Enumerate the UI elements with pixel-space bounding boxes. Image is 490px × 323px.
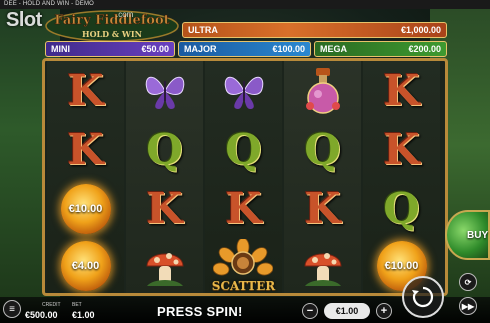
potion-icon [284, 62, 361, 120]
jackpot-major-amount: €100.00 [272, 44, 305, 54]
jackpot-ultra-label: ULTRA [188, 25, 218, 35]
letter-k-symbol: K [225, 184, 262, 233]
jackpot-mega-amount: €200.00 [408, 44, 441, 54]
jackpot-mini-amount: €50.00 [141, 44, 169, 54]
jackpot-major-label: MAJOR [184, 44, 217, 54]
credit-label: CREDIT [42, 302, 61, 308]
logo-title: Fairy Fiddlefoot [54, 13, 169, 28]
jackpot-mini-label: MINI [51, 44, 70, 54]
plus-icon: + [380, 305, 388, 317]
symbol-q: Q [205, 121, 282, 179]
symbol-q: Q [363, 180, 440, 238]
bet-display: €1.00 [324, 303, 370, 319]
watermark: Slot [6, 9, 42, 31]
letter-k-symbol: K [383, 125, 420, 174]
symbol-k: K [363, 121, 440, 179]
jackpot-mini: MINI €50.00 [45, 41, 175, 57]
symbol-k: K [47, 62, 124, 120]
letter-q-symbol: Q [304, 125, 341, 174]
symbol-k: K [284, 180, 361, 238]
letter-q-symbol: Q [225, 125, 262, 174]
minus-icon: − [306, 305, 314, 317]
letter-k-symbol: K [146, 184, 183, 233]
jackpot-ultra-amount: €1,000.00 [400, 25, 441, 35]
symbol-scatter: SCATTER [205, 237, 282, 295]
butterfly-icon [205, 62, 282, 120]
jackpot-mega-label: MEGA [320, 44, 347, 54]
jackpot-major: MAJOR €100.00 [178, 41, 311, 57]
bet-decrease-button[interactable]: − [302, 303, 318, 319]
letter-q-symbol: Q [383, 184, 420, 233]
mushroom-icon [284, 237, 361, 295]
symbol-q: Q [284, 121, 361, 179]
watermark-suffix: .com [116, 10, 134, 19]
symbol-q: Q [126, 121, 203, 179]
fast-forward-icon: ▶▶ [461, 301, 475, 311]
bet-display-value: €1.00 [335, 306, 359, 316]
jackpot-ultra: ULTRA €1,000.00 [182, 22, 447, 38]
jackpot-mega: MEGA €200.00 [314, 41, 447, 57]
credit-value: €500.00 [25, 310, 58, 320]
mushroom-icon [126, 237, 203, 295]
symbol-k: K [47, 121, 124, 179]
letter-q-symbol: Q [146, 125, 183, 174]
logo-subtitle: HOLD & WIN [82, 29, 142, 39]
autoplay-icon: ⟳ [464, 277, 472, 287]
symbol-coin-orb: €4.00 [47, 237, 124, 295]
spin-button[interactable] [402, 276, 444, 318]
scatter-label: SCATTER [211, 279, 276, 293]
bet-label: BET [72, 302, 82, 308]
letter-k-symbol: K [67, 125, 104, 174]
symbol-k: K [126, 180, 203, 238]
bet-value: €1.00 [72, 310, 95, 320]
game-scene: DEE - HOLD AND WIN - DEMO Fairy Fiddlefo… [0, 0, 490, 323]
coin-orb-value: €4.00 [60, 241, 111, 291]
coin-orb-value: €10.00 [60, 184, 111, 234]
buy-feature-label: BUY [467, 230, 489, 241]
bet-increase-button[interactable]: + [376, 303, 392, 319]
spin-arrows-icon [412, 286, 434, 308]
letter-k-symbol: K [67, 66, 104, 115]
symbol-k: K [205, 180, 282, 238]
menu-button[interactable]: ≡ [3, 300, 21, 318]
letter-k-symbol: K [304, 184, 341, 233]
turbo-button[interactable]: ▶▶ [459, 297, 477, 315]
symbol-coin-orb: €10.00 [47, 180, 124, 238]
autoplay-button[interactable]: ⟳ [459, 273, 477, 291]
symbol-k: K [363, 62, 440, 120]
butterfly-icon [126, 62, 203, 120]
press-spin-message: PRESS SPIN! [157, 304, 243, 319]
letter-k-symbol: K [383, 66, 420, 115]
game-logo: Fairy Fiddlefoot HOLD & WIN [45, 10, 179, 42]
menu-icon: ≡ [9, 303, 15, 315]
